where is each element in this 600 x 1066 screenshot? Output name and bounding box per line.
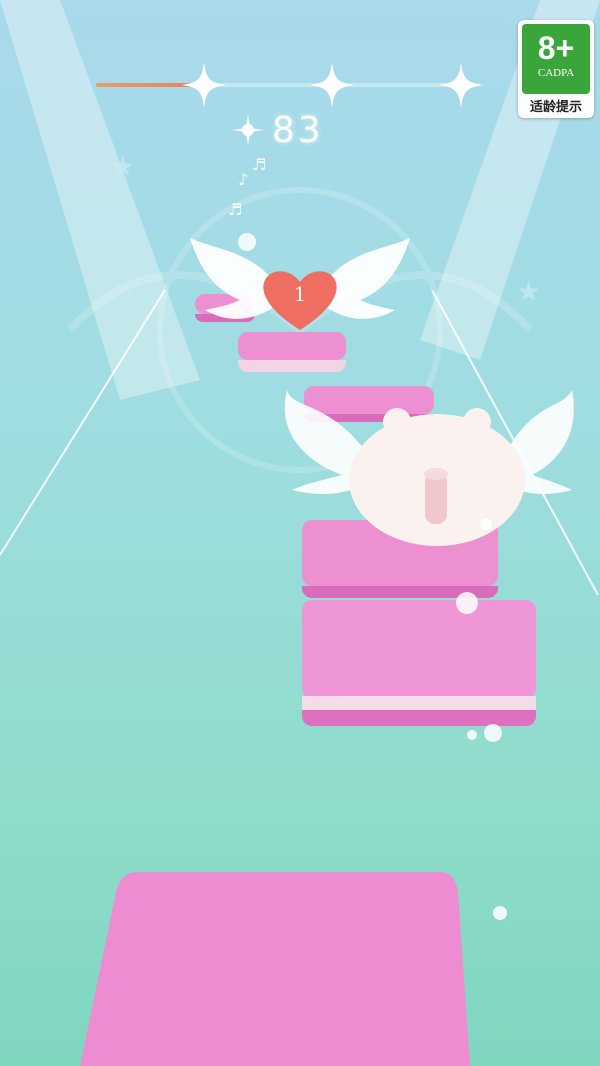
age-rating-org: CADPA bbox=[537, 67, 575, 79]
sparkle-dot bbox=[456, 592, 478, 614]
sparkle-dot bbox=[480, 518, 492, 530]
progress-bar bbox=[96, 83, 466, 87]
age-rating-badge: 8+ CADPA 适龄提示 bbox=[518, 20, 594, 118]
sparkle-dot bbox=[484, 724, 502, 742]
progress-fill bbox=[96, 83, 193, 87]
lane-line-left bbox=[0, 290, 166, 556]
music-note-icon: ♬ bbox=[228, 200, 243, 219]
score-counter: 83 bbox=[272, 110, 324, 151]
player-character bbox=[284, 390, 574, 546]
sparkle-icon bbox=[232, 114, 264, 146]
age-rating-panel: 8+ CADPA bbox=[522, 24, 590, 94]
sparkle-dot bbox=[493, 906, 507, 920]
age-rating-hint: 适龄提示 bbox=[529, 100, 582, 115]
heart-count: 1 bbox=[293, 282, 307, 306]
background-star-icon: ★ bbox=[110, 150, 136, 183]
pink-tile-near[interactable] bbox=[80, 872, 470, 1066]
music-note-icon: ♬ bbox=[252, 155, 267, 174]
pink-tile[interactable] bbox=[302, 600, 536, 728]
milestone-star-icon bbox=[181, 62, 227, 108]
milestone-star-icon bbox=[309, 62, 355, 108]
music-note-icon: ♪ bbox=[238, 170, 249, 189]
age-rating-label: 8+ bbox=[537, 30, 575, 66]
sparkle-dot bbox=[467, 730, 477, 740]
game-scene[interactable]: ★ ★ 83 ♪ ♬ ♬ 8+ CADPA 适龄提示 1 bbox=[0, 0, 600, 1066]
milestone-star-icon bbox=[438, 62, 484, 108]
